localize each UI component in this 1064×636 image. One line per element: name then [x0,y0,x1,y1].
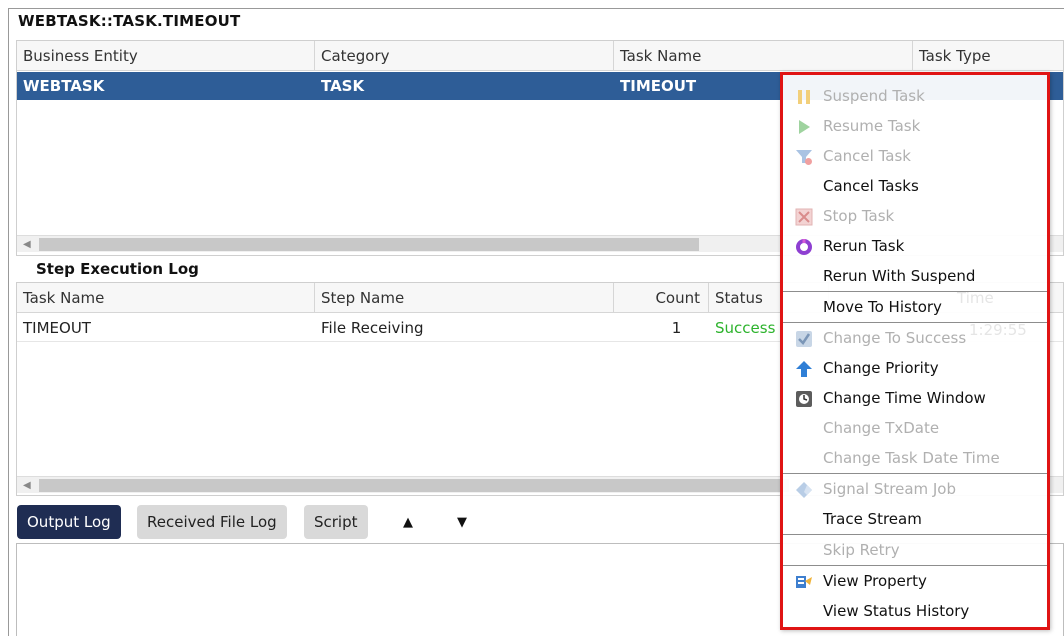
cell-step-name: File Receiving [321,319,424,337]
scrollbar-thumb[interactable] [39,479,789,492]
column-header-task-name[interactable]: Task Name [17,283,315,313]
move-down-icon[interactable]: ▼ [457,515,467,530]
cell-category: TASK [321,77,365,95]
menu-item-label: Rerun Task [823,237,905,255]
menu-item-label: Stop Task [823,207,895,225]
menu-item-suspend-task[interactable]: Suspend Task [795,81,1047,111]
menu-item-label: Change Priority [823,359,939,377]
menu-item-label: Suspend Task [823,87,925,105]
cancel-filter-icon [796,150,812,165]
menu-item-label: View Property [823,572,927,590]
clock-icon [796,391,812,407]
window-title: WEBTASK::TASK.TIMEOUT [18,12,241,30]
scrollbar-thumb[interactable] [39,238,699,251]
menu-item-label: Change To Success [823,329,967,347]
column-header-task-type[interactable]: Task Type [913,41,1064,71]
menu-item-move-to-history[interactable]: Move To History [795,292,1047,322]
column-header-count[interactable]: Count [614,283,709,313]
menu-item-signal-stream-job[interactable]: Signal Stream Job [795,474,1047,504]
column-header-business-entity[interactable]: Business Entity [17,41,315,71]
menu-item-cancel-tasks[interactable]: Cancel Tasks [795,171,1047,201]
menu-item-change-to-success[interactable]: Change To Success [795,323,1047,353]
move-up-icon[interactable]: ▲ [403,515,413,530]
menu-item-label: Change Time Window [823,389,986,407]
menu-item-label: Rerun With Suspend [823,267,976,285]
cell-count: 1 [671,319,682,337]
menu-item-skip-retry[interactable]: Skip Retry [795,535,1047,565]
menu-item-label: View Status History [823,602,970,620]
rerun-circle-icon [796,239,812,255]
menu-item-label: Change Task Date Time [823,449,1000,467]
menu-item-label: Trace Stream [823,510,922,528]
menu-item-label: Signal Stream Job [823,480,957,498]
menu-item-label: Move To History [823,298,942,316]
tab-script[interactable]: Script [304,505,368,539]
menu-item-label: Resume Task [823,117,921,135]
arrow-up-icon [796,361,812,377]
menu-item-resume-task[interactable]: Resume Task [795,111,1047,141]
cell-business-entity: WEBTASK [23,77,105,95]
column-header-step-name[interactable]: Step Name [315,283,614,313]
menu-item-label: Skip Retry [823,541,900,559]
menu-item-change-task-date-time[interactable]: Change Task Date Time [795,443,1047,473]
menu-item-change-time-window[interactable]: Change Time Window [795,383,1047,413]
step-execution-log-title: Step Execution Log [36,260,199,278]
menu-item-stop-task[interactable]: Stop Task [795,201,1047,231]
context-menu: Time 1:29:55 Suspend Task Resume Task Ca… [780,72,1050,630]
tab-received-file-log[interactable]: Received File Log [137,505,287,539]
menu-item-change-txdate[interactable]: Change TxDate [795,413,1047,443]
stop-x-icon [795,208,813,226]
scroll-left-arrow-icon[interactable]: ◀ [23,478,31,493]
menu-item-change-priority[interactable]: Change Priority [795,353,1047,383]
tab-output-log[interactable]: Output Log [17,505,121,539]
menu-item-view-property[interactable]: View Property [795,566,1047,596]
play-icon [799,120,810,134]
pause-icon [798,90,810,104]
menu-item-label: Cancel Tasks [823,177,919,195]
menu-item-rerun-with-suspend[interactable]: Rerun With Suspend [795,261,1047,291]
menu-item-rerun-task[interactable]: Rerun Task [795,231,1047,261]
menu-item-label: Cancel Task [823,147,911,165]
menu-item-label: Change TxDate [823,419,940,437]
checkmark-icon [796,331,812,347]
signal-diamond-icon [796,482,812,498]
column-header-task-name[interactable]: Task Name [614,41,913,71]
menu-item-trace-stream[interactable]: Trace Stream [795,504,1047,534]
menu-item-cancel-task[interactable]: Cancel Task [795,141,1047,171]
column-header-category[interactable]: Category [315,41,614,71]
property-icon [796,576,812,588]
scroll-left-arrow-icon[interactable]: ◀ [23,237,31,252]
cell-task-name: TIMEOUT [23,319,91,337]
task-grid-header: Business Entity Category Task Name Task … [17,41,1063,71]
menu-item-view-status-history[interactable]: View Status History [795,596,1047,626]
